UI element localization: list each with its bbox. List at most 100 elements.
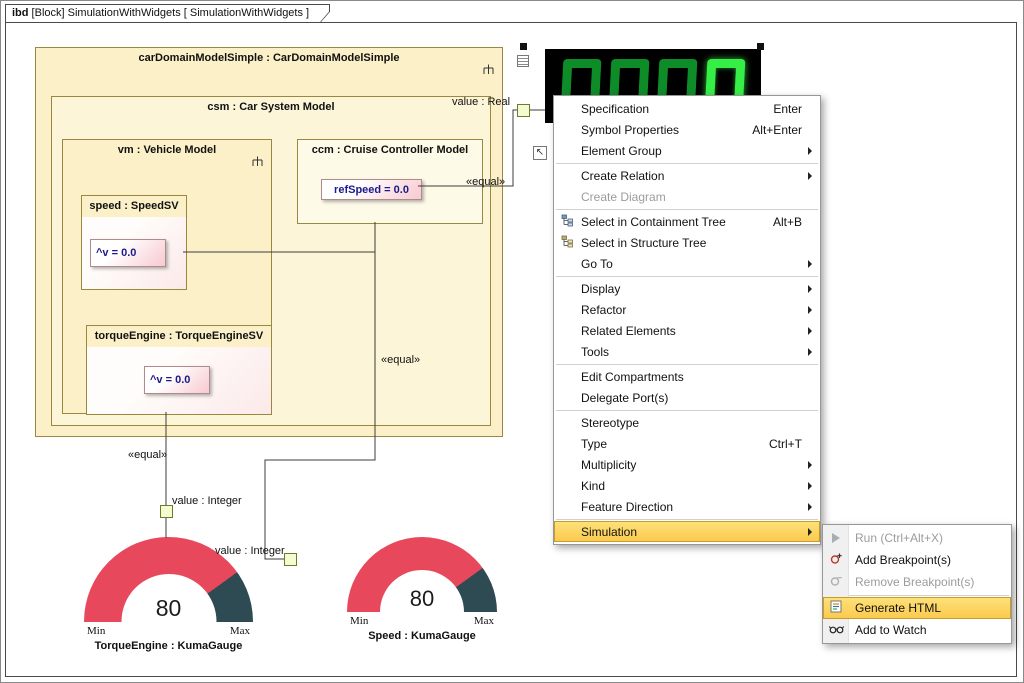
- gauge-arc: 80: [347, 537, 497, 612]
- menu-item-refactor[interactable]: Refactor: [554, 299, 820, 320]
- port-value-integer-speed[interactable]: [284, 553, 297, 566]
- run-icon: [832, 533, 840, 543]
- block-cruise-controller-model[interactable]: ccm : Cruise Controller Model refSpeed =…: [297, 139, 483, 224]
- submenu-arrow-icon: [808, 306, 812, 314]
- port-value-real[interactable]: [517, 104, 530, 117]
- submenu-arrow-icon: [808, 172, 812, 180]
- menu-item-simulation[interactable]: Simulation: [554, 521, 820, 542]
- connector-label-equal: «equal»: [128, 449, 167, 461]
- diagram-title: [Block] SimulationWithWidgets [ Simulati…: [29, 7, 310, 19]
- menu-item-feature-direction[interactable]: Feature Direction: [554, 496, 820, 517]
- connector-label-equal: «equal»: [381, 354, 420, 366]
- menu-item-label: Edit Compartments: [581, 370, 802, 384]
- menu-item-label: Generate HTML: [849, 601, 941, 615]
- smart-manipulator-icon[interactable]: [517, 55, 529, 67]
- block-speed-sv[interactable]: speed : SpeedSV ^v = 0.0: [81, 195, 187, 290]
- menu-item-label: Go To: [581, 257, 802, 271]
- submenu-arrow-icon: [808, 461, 812, 469]
- block-title: speed : SpeedSV: [82, 196, 186, 217]
- selection-handle[interactable]: [520, 43, 527, 50]
- port-label-value-integer: value : Integer: [215, 545, 285, 557]
- gauge-min-label: Min: [350, 615, 368, 627]
- menu-item-multiplicity[interactable]: Multiplicity: [554, 454, 820, 475]
- menu-item-label: Refactor: [581, 303, 802, 317]
- block-torque-engine-sv[interactable]: torqueEngine : TorqueEngineSV ^v = 0.0: [86, 325, 272, 415]
- menu-item-kind[interactable]: Kind: [554, 475, 820, 496]
- menu-item-label: Delegate Port(s): [581, 391, 802, 405]
- block-car-system-model[interactable]: csm : Car System Model vm : Vehicle Mode…: [51, 96, 491, 426]
- menu-item-label: Feature Direction: [581, 500, 802, 514]
- refspeed-value-box[interactable]: refSpeed = 0.0: [321, 179, 422, 200]
- menu-item-create-diagram: Create Diagram: [554, 186, 820, 207]
- menu-item-label: Display: [581, 282, 802, 296]
- menu-shortcut: Alt+Enter: [752, 123, 802, 137]
- structure-tree-icon: [561, 235, 574, 251]
- menu-item-symbol-properties[interactable]: Symbol Properties Alt+Enter: [554, 119, 820, 140]
- menu-item-related-elements[interactable]: Related Elements: [554, 320, 820, 341]
- block-vehicle-model[interactable]: vm : Vehicle Model speed : SpeedSV ^v = …: [62, 139, 272, 414]
- menu-item-delegate-ports[interactable]: Delegate Port(s): [554, 387, 820, 408]
- menu-item-label: Tools: [581, 345, 802, 359]
- remove-breakpoint-icon: [830, 574, 843, 590]
- submenu-arrow-icon: [808, 285, 812, 293]
- block-title: ccm : Cruise Controller Model: [298, 140, 482, 161]
- structure-icon: [252, 156, 263, 167]
- menu-separator: [556, 163, 818, 164]
- submenu-arrow-icon: [808, 528, 812, 536]
- menu-item-create-relation[interactable]: Create Relation: [554, 165, 820, 186]
- go-to-source-icon[interactable]: ↖: [533, 146, 547, 160]
- submenu-arrow-icon: [808, 260, 812, 268]
- menu-item-label: Create Diagram: [581, 190, 802, 204]
- menu-separator: [556, 209, 818, 210]
- menu-item-type[interactable]: Type Ctrl+T: [554, 433, 820, 454]
- menu-item-label: Stereotype: [581, 416, 802, 430]
- menu-item-label: Select in Structure Tree: [581, 236, 802, 250]
- structure-icon: [483, 64, 494, 75]
- gauge-max-label: Max: [230, 625, 250, 637]
- containment-tree-icon: [561, 214, 574, 230]
- menu-item-label: Add to Watch: [849, 623, 927, 637]
- submenu-arrow-icon: [808, 503, 812, 511]
- menu-item-label: Specification: [581, 102, 773, 116]
- menu-item-select-in-containment-tree[interactable]: Select in Containment Tree Alt+B: [554, 211, 820, 232]
- menu-item-edit-compartments[interactable]: Edit Compartments: [554, 366, 820, 387]
- menu-item-label: Select in Containment Tree: [581, 215, 773, 229]
- port-label-value-real: value : Real: [452, 96, 510, 108]
- menu-item-go-to[interactable]: Go To: [554, 253, 820, 274]
- menu-separator: [556, 364, 818, 365]
- block-title: carDomainModelSimple : CarDomainModelSim…: [36, 48, 502, 64]
- menu-item-select-in-structure-tree[interactable]: Select in Structure Tree: [554, 232, 820, 253]
- menu-item-stereotype[interactable]: Stereotype: [554, 412, 820, 433]
- port-label-value-integer: value : Integer: [172, 495, 242, 507]
- selection-handle[interactable]: [757, 43, 764, 50]
- submenu-arrow-icon: [808, 327, 812, 335]
- generate-html-icon: [830, 600, 842, 616]
- block-title: csm : Car System Model: [52, 97, 490, 113]
- block-title: vm : Vehicle Model: [63, 140, 271, 156]
- block-title: torqueEngine : TorqueEngineSV: [87, 326, 271, 347]
- block-car-domain-model[interactable]: carDomainModelSimple : CarDomainModelSim…: [35, 47, 503, 437]
- menu-item-specification[interactable]: Specification Enter: [554, 98, 820, 119]
- menu-item-label: Related Elements: [581, 324, 802, 338]
- menu-item-label: Type: [581, 437, 769, 451]
- connector-label-equal: «equal»: [466, 176, 505, 188]
- submenu-item-run: Run (Ctrl+Alt+X): [823, 527, 1011, 549]
- menu-item-tools[interactable]: Tools: [554, 341, 820, 362]
- menu-item-label: Element Group: [581, 144, 802, 158]
- menu-item-display[interactable]: Display: [554, 278, 820, 299]
- diagram-name-tab[interactable]: ibd [Block] SimulationWithWidgets [ Simu…: [5, 4, 330, 23]
- submenu-item-remove-breakpoint: Remove Breakpoint(s): [823, 571, 1011, 593]
- torque-value-box[interactable]: ^v = 0.0: [144, 366, 210, 394]
- menu-item-element-group[interactable]: Element Group: [554, 140, 820, 161]
- context-menu: Specification Enter Symbol Properties Al…: [553, 95, 821, 545]
- submenu-item-generate-html[interactable]: Generate HTML: [823, 597, 1011, 619]
- menu-item-label: Add Breakpoint(s): [849, 553, 951, 567]
- submenu-item-add-breakpoint[interactable]: Add Breakpoint(s): [823, 549, 1011, 571]
- add-to-watch-icon: [829, 623, 844, 637]
- gauge-min-label: Min: [87, 625, 105, 637]
- submenu-item-add-to-watch[interactable]: Add to Watch: [823, 619, 1011, 641]
- speed-gauge-widget[interactable]: 80 Min Max Speed : KumaGauge: [347, 537, 497, 642]
- speed-value-box[interactable]: ^v = 0.0: [90, 239, 166, 267]
- gauge-value: 80: [84, 595, 253, 622]
- gauge-max-label: Max: [474, 615, 494, 627]
